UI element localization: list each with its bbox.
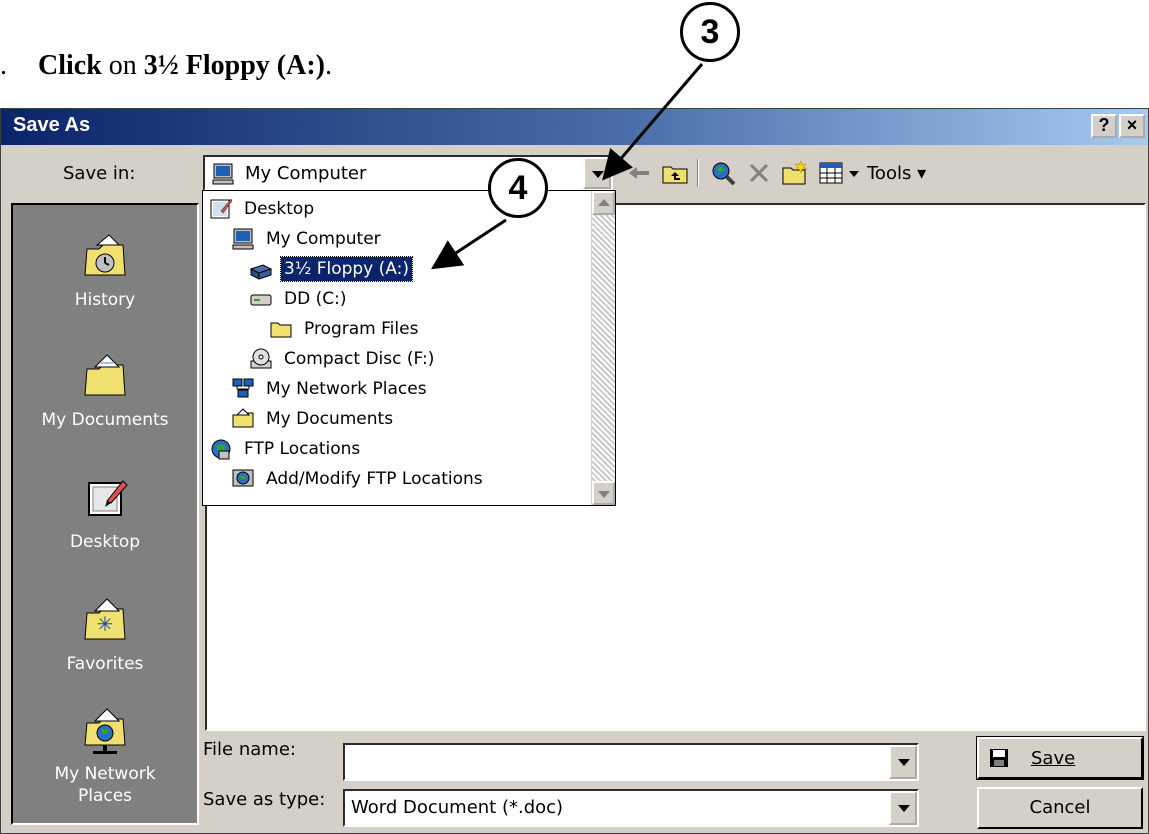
save-in-dropdown-arrow[interactable] [583,157,611,189]
place-favorites[interactable]: ✳ Favorites [13,595,197,675]
computer-icon [212,163,234,185]
svg-text:✳: ✳ [97,612,114,636]
dropdown-item-label: Add/Modify FTP Locations [266,469,483,489]
back-icon[interactable] [625,159,653,187]
callout-3: 3 [680,2,740,62]
toolbar-separator [697,159,699,187]
dropdown-item-cd-drive[interactable]: Compact Disc (F:) [249,345,579,375]
up-one-level-icon[interactable] [661,159,689,187]
places-bar: History My Documents Desktop ✳ Favorites… [11,203,199,825]
place-history[interactable]: History [13,231,197,311]
file-name-label: File name: [203,739,296,760]
instruction-middle: on [101,50,144,81]
my-documents-icon [232,408,254,428]
place-my-documents[interactable]: My Documents [13,351,197,431]
new-folder-icon[interactable] [781,159,809,187]
place-favorites-label: Favorites [66,654,144,674]
place-my-documents-label: My Documents [41,410,169,430]
callout-4: 4 [488,158,548,218]
instruction-text: . Click on 3½ Floppy (A:). [0,50,332,90]
cancel-button-label: Cancel [1029,797,1091,818]
ftp-add-icon [232,469,254,487]
floppy-drive-icon [249,264,273,280]
place-desktop-label: Desktop [69,532,141,552]
save-in-label: Save in: [63,163,136,184]
dropdown-scrollbar[interactable] [591,191,615,505]
dropdown-item-label: Desktop [244,199,315,219]
hard-drive-icon [250,294,272,306]
cd-drive-icon [250,348,272,369]
dropdown-item-label: DD (C:) [284,289,347,309]
place-network[interactable]: My Network Places [13,705,197,807]
save-in-combo[interactable]: My Computer [203,155,613,191]
dropdown-item-label: My Documents [266,409,394,429]
network-places-icon [232,378,254,398]
dropdown-item-label: Compact Disc (F:) [284,349,435,369]
scroll-up-button[interactable] [592,191,615,215]
network-places-icon [84,708,126,754]
place-history-label: History [74,290,136,310]
step-number: . [0,50,7,81]
dropdown-item-label: FTP Locations [244,439,361,459]
place-network-label: My Network Places [54,764,156,806]
search-web-icon[interactable] [709,159,737,187]
desktop-icon [210,198,233,219]
dropdown-item-my-documents[interactable]: My Documents [231,405,579,435]
place-desktop[interactable]: Desktop [13,473,197,553]
file-name-dropdown-arrow[interactable] [889,745,917,779]
tools-label: Tools [867,163,912,184]
close-button[interactable]: × [1119,114,1145,138]
save-type-dropdown-arrow[interactable] [889,791,917,825]
dropdown-item-label: Program Files [304,319,419,339]
save-button[interactable]: Save [977,737,1143,779]
dialog-title: Save As [13,114,91,136]
folder-icon [270,322,292,338]
dropdown-item-drive-c[interactable]: DD (C:) [249,285,579,315]
views-icon[interactable] [817,159,845,187]
cancel-button[interactable]: Cancel [977,787,1143,829]
dropdown-item-label: 3½ Floppy (A:) [280,256,413,282]
save-type-select[interactable]: Word Document (*.doc) [343,789,919,827]
dropdown-item-label: My Computer [266,229,381,249]
save-type-label: Save as type: [203,789,326,810]
dropdown-item-my-computer[interactable]: My Computer [231,225,579,255]
save-type-value: Word Document (*.doc) [351,797,564,818]
dropdown-item-add-ftp[interactable]: Add/Modify FTP Locations [231,465,579,495]
views-dropdown-icon[interactable] [849,171,859,177]
delete-icon[interactable] [745,159,773,187]
dropdown-item-ftp-locations[interactable]: FTP Locations [209,435,579,465]
help-button[interactable]: ? [1091,114,1117,138]
instruction-target: 3½ Floppy (A:) [143,50,326,81]
title-bar[interactable]: Save As ? × [1,109,1148,145]
dropdown-item-network-places[interactable]: My Network Places [231,375,579,405]
save-button-label: Save [1031,748,1076,769]
save-in-dropdown-list: Desktop My Computer 3½ Floppy (A:) DD (C… [202,190,616,506]
computer-icon [232,228,254,250]
floppy-disk-icon [990,749,1008,767]
favorites-icon: ✳ [84,598,126,640]
save-in-value: My Computer [245,163,367,184]
file-name-input[interactable] [343,743,919,781]
instruction-verb: Click [38,50,102,81]
tools-menu[interactable]: Tools ▾ [867,163,926,184]
my-documents-icon [84,354,126,396]
scroll-down-button[interactable] [592,481,615,505]
desktop-icon [88,480,128,516]
ftp-icon [211,439,231,460]
instruction-end: . [325,50,333,81]
dropdown-item-label: My Network Places [266,379,427,399]
dropdown-item-program-files[interactable]: Program Files [269,315,579,345]
history-icon [84,234,126,276]
dropdown-item-floppy[interactable]: 3½ Floppy (A:) [249,255,579,285]
